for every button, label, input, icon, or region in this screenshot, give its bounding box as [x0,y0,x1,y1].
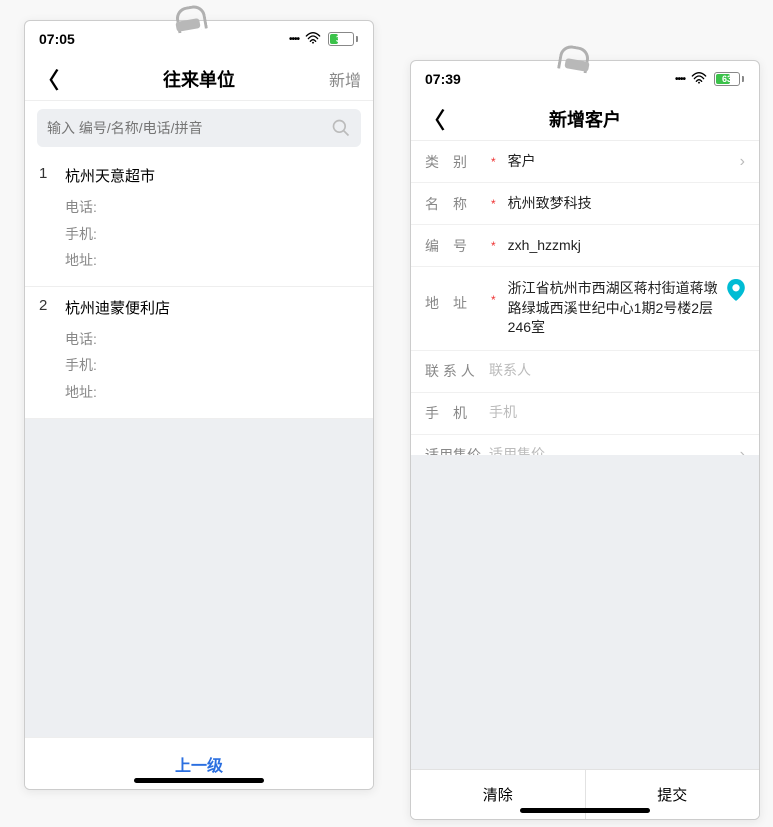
battery-icon: 63 [713,71,745,87]
search-input[interactable] [47,120,323,136]
item-mobile-label: 手机: [65,352,359,379]
field-label: 适用售价 [425,445,481,455]
page-title: 往来单位 [77,66,321,92]
chevron-right-icon: › [740,446,745,455]
item-name: 杭州迪蒙便利店 [65,297,170,318]
item-phone-label: 电话: [65,326,359,353]
location-pin-icon[interactable] [727,279,745,306]
item-phone-label: 电话: [65,194,359,221]
field-contact[interactable]: 联 系 人 联系人 [411,351,759,393]
field-price[interactable]: 适用售价 适用售价 › [411,435,759,455]
phone-contacts-list: 07:05 •••• 37 〈 往来单位 新增 [24,20,374,790]
list-item[interactable]: 1 杭州天意超市 电话: 手机: 地址: [25,155,373,287]
contacts-list: 1 杭州天意超市 电话: 手机: 地址: 2 杭州迪蒙便利店 电话: 手机: 地… [25,155,373,737]
required-mark: * [491,279,496,307]
back-button[interactable]: 〈 [37,63,77,95]
nav-bar: 〈 往来单位 新增 [25,57,373,101]
chevron-right-icon: › [740,153,745,171]
item-index: 2 [39,297,51,318]
field-type[interactable]: 类 别 * 客户 › [411,141,759,183]
field-label: 名 称 [425,194,481,214]
field-placeholder: 适用售价 [489,445,732,455]
signal-icon: •••• [289,34,299,45]
item-mobile-label: 手机: [65,221,359,248]
battery-icon: 37 [327,31,359,47]
status-icons: •••• 63 [675,71,745,87]
item-addr-label: 地址: [65,379,359,406]
field-label: 类 别 [425,152,481,172]
field-mobile[interactable]: 手 机 手机 [411,393,759,435]
field-address[interactable]: 地 址 * 浙江省杭州市西湖区蒋村街道蒋墩路绿城西溪世纪中心1期2号楼2层246室 [411,267,759,351]
add-button[interactable]: 新增 [321,67,361,91]
field-label: 地 址 [425,279,481,313]
nav-bar: 〈 新增客户 [411,97,759,141]
form-blank-area [411,455,759,769]
item-index: 1 [39,165,51,186]
field-value: zxh_hzzmkj [508,236,745,256]
list-item[interactable]: 2 杭州迪蒙便利店 电话: 手机: 地址: [25,287,373,419]
field-code[interactable]: 编 号 * zxh_hzzmkj [411,225,759,267]
field-value: 浙江省杭州市西湖区蒋村街道蒋墩路绿城西溪世纪中心1期2号楼2层246室 [508,279,719,338]
signal-icon: •••• [675,74,685,85]
binder-clip-icon [555,40,595,80]
page-title: 新增客户 [463,106,707,132]
home-indicator [134,778,264,783]
home-indicator [520,808,650,813]
required-mark: * [491,239,496,253]
search-box[interactable] [37,109,361,147]
status-time: 07:05 [39,31,75,47]
field-value: 客户 [508,152,732,172]
back-button[interactable]: 〈 [423,103,463,135]
item-name: 杭州天意超市 [65,165,155,186]
status-icons: •••• 37 [289,31,359,47]
field-name[interactable]: 名 称 * 杭州致梦科技 [411,183,759,225]
field-placeholder: 手机 [489,403,745,423]
field-value: 杭州致梦科技 [508,194,745,214]
field-label: 联 系 人 [425,361,481,381]
binder-clip-icon [170,0,210,40]
field-label: 编 号 [425,236,481,256]
item-addr-label: 地址: [65,247,359,274]
field-placeholder: 联系人 [489,361,745,381]
wifi-icon [691,72,707,87]
required-mark: * [491,197,496,211]
customer-form: 类 别 * 客户 › 名 称 * 杭州致梦科技 编 号 * zxh_hzzmkj 地 … [411,141,759,819]
wifi-icon [305,32,321,47]
phone-add-customer: 07:39 •••• 63 〈 新增客户 类 别 * 客户 › [410,60,760,820]
search-icon [331,118,351,138]
required-mark: * [491,155,496,169]
status-time: 07:39 [425,71,461,87]
field-label: 手 机 [425,403,481,423]
